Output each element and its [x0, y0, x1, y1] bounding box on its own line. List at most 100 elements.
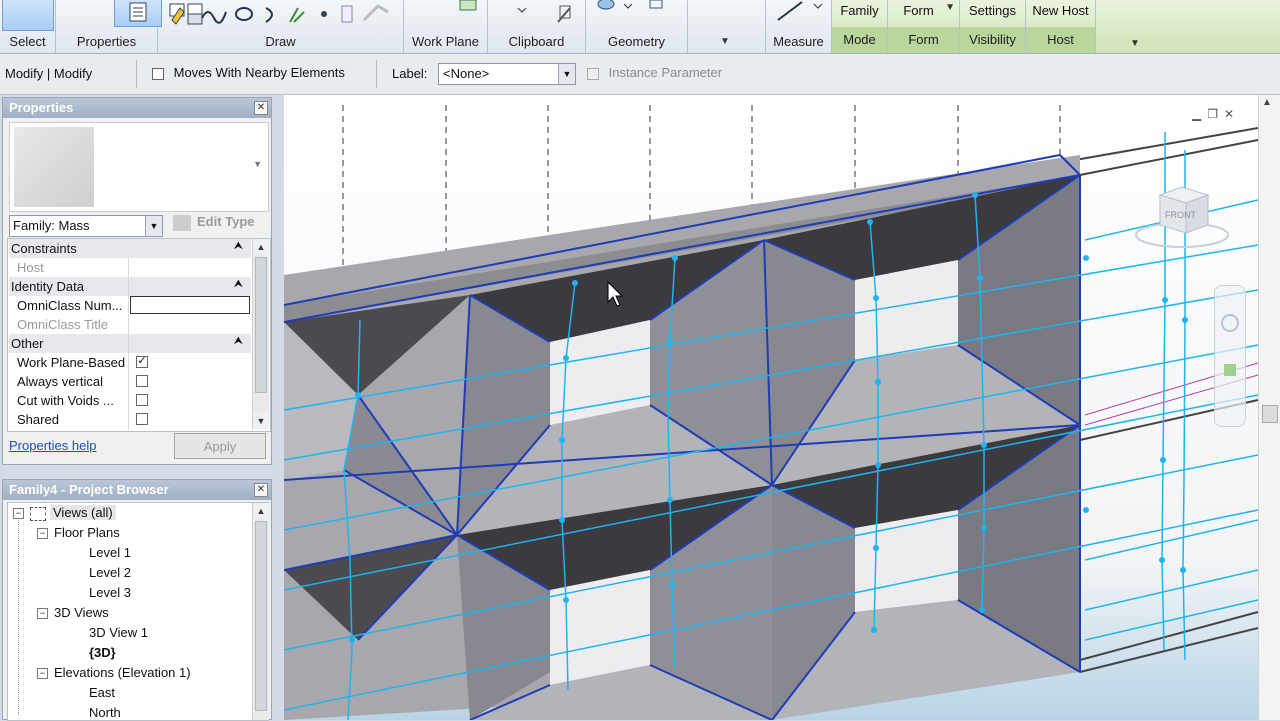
- group-label: Identity Data: [11, 279, 84, 294]
- scroll-thumb[interactable]: [1262, 405, 1278, 423]
- edit-type-button: Edit Type: [173, 214, 255, 231]
- tree-node-level-3[interactable]: Level 3: [89, 585, 131, 600]
- family-selector[interactable]: Family: Mass ▼: [9, 215, 163, 237]
- prop-key: OmniClass Num...: [17, 298, 123, 313]
- scroll-thumb[interactable]: [255, 521, 267, 711]
- minimize-icon[interactable]: ▁: [1192, 107, 1207, 121]
- scroll-down-icon[interactable]: ▼: [253, 413, 269, 429]
- shared-checkbox[interactable]: [136, 413, 148, 425]
- viewcube-face-label[interactable]: FRONT: [1165, 210, 1196, 220]
- close-icon[interactable]: ✕: [1224, 107, 1240, 121]
- mode-panel-label: Mode: [832, 27, 887, 53]
- scroll-up-icon[interactable]: ▲: [253, 503, 269, 519]
- settings-button-label[interactable]: Settings: [960, 3, 1025, 18]
- apply-button[interactable]: Apply: [174, 433, 266, 459]
- tree-node-level-2[interactable]: Level 2: [89, 565, 131, 580]
- family-button-label[interactable]: Family: [832, 3, 887, 18]
- label-select[interactable]: <None> ▼: [438, 63, 576, 85]
- tree-node-elevations[interactable]: − Elevations (Elevation 1): [37, 665, 191, 680]
- work-plane-based-checkbox[interactable]: ✓: [136, 356, 148, 368]
- form-panel-label: Form: [888, 27, 959, 53]
- group-constraints[interactable]: Constraints ⮝: [9, 239, 251, 258]
- type-preview: ▼: [9, 122, 269, 212]
- work-plane-icon[interactable]: [458, 0, 480, 14]
- ribbon-minimize-icon[interactable]: ▼: [1130, 38, 1140, 49]
- collapse-icon[interactable]: ⮝: [234, 335, 243, 348]
- mode-panel[interactable]: Family Mode: [832, 0, 888, 53]
- measure-icon[interactable]: [774, 0, 824, 26]
- panel-dropdown-icon[interactable]: ▼: [720, 36, 730, 47]
- prop-key: Host: [17, 260, 44, 275]
- properties-button[interactable]: [114, 0, 162, 27]
- prop-row-always-vertical[interactable]: Always vertical: [9, 372, 251, 391]
- host-panel[interactable]: New Host Host: [1026, 0, 1096, 53]
- collapse-icon[interactable]: −: [13, 508, 24, 520]
- tree-node-3d-active[interactable]: {3D}: [89, 645, 116, 660]
- new-host-button-label[interactable]: New Host: [1026, 3, 1095, 18]
- properties-help-link[interactable]: Properties help: [9, 438, 96, 453]
- collapse-icon[interactable]: −: [37, 668, 48, 680]
- type-dropdown-icon[interactable]: ▼: [253, 159, 262, 169]
- collapse-icon[interactable]: ⮝: [234, 240, 243, 253]
- tree-node-east[interactable]: East: [89, 685, 115, 700]
- clipboard-icons[interactable]: [516, 2, 576, 26]
- tree-label: {3D}: [89, 645, 116, 660]
- properties-scrollbar[interactable]: ▲ ▼: [252, 239, 269, 429]
- form-panel[interactable]: Form ▼ Form: [888, 0, 960, 53]
- collapse-icon[interactable]: −: [37, 528, 48, 540]
- cut-with-voids-checkbox[interactable]: [136, 394, 148, 406]
- viewport-scrollbar[interactable]: ▲: [1258, 95, 1280, 720]
- viewcube[interactable]: FRONT: [1130, 173, 1240, 263]
- close-icon[interactable]: ✕: [254, 101, 268, 115]
- tree-node-north[interactable]: North: [89, 705, 121, 720]
- visibility-panel[interactable]: Settings Visibility: [960, 0, 1026, 53]
- select-panel[interactable]: Select: [0, 0, 56, 53]
- scroll-up-icon[interactable]: ▲: [253, 239, 269, 255]
- always-vertical-checkbox[interactable]: [136, 375, 148, 387]
- tree-node-3d-views[interactable]: −3D Views: [37, 605, 109, 620]
- draw-tools-icons[interactable]: [166, 2, 396, 26]
- tree-node-floor-plans[interactable]: − Floor Plans: [37, 525, 120, 540]
- group-identity-data[interactable]: Identity Data ⮝: [9, 277, 251, 296]
- prop-row-shared[interactable]: Shared: [9, 410, 251, 429]
- geometry-icons[interactable]: [594, 0, 684, 14]
- view-window-controls[interactable]: ▁❐✕: [1192, 107, 1240, 121]
- scroll-thumb[interactable]: [255, 257, 267, 393]
- restore-icon[interactable]: ❐: [1207, 107, 1224, 121]
- tree-node-3d-view-1[interactable]: 3D View 1: [89, 625, 148, 640]
- visibility-panel-label: Visibility: [960, 27, 1025, 53]
- select-button[interactable]: [2, 0, 54, 31]
- prop-row-omniclass-title: OmniClass Title: [9, 315, 251, 334]
- prop-row-omniclass-number[interactable]: OmniClass Num...: [9, 296, 251, 315]
- browser-scrollbar[interactable]: ▲: [252, 503, 269, 720]
- tree-root[interactable]: − Views (all): [13, 505, 116, 521]
- prop-row-cut-with-voids[interactable]: Cut with Voids ...: [9, 391, 251, 410]
- moves-with-checkbox-row[interactable]: Moves With Nearby Elements: [152, 65, 345, 80]
- chevron-down-icon[interactable]: ▼: [558, 64, 575, 84]
- scroll-up-icon[interactable]: ▲: [1262, 97, 1272, 108]
- navigation-bar[interactable]: [1214, 285, 1246, 427]
- collapse-icon[interactable]: −: [37, 608, 48, 620]
- moves-with-checkbox[interactable]: [152, 67, 164, 80]
- prop-key: Always vertical: [17, 374, 103, 389]
- omniclass-number-field[interactable]: [130, 296, 250, 314]
- group-other[interactable]: Other ⮝: [9, 334, 251, 353]
- modify-mode-label: Modify | Modify: [5, 66, 93, 81]
- 3d-viewport[interactable]: FRONT ▁❐✕ ▲: [284, 95, 1280, 720]
- form-dropdown-icon[interactable]: ▼: [945, 2, 955, 13]
- tree-node-level-1[interactable]: Level 1: [89, 545, 131, 560]
- tree-label: Level 2: [89, 565, 131, 580]
- prop-row-work-plane-based[interactable]: Work Plane-Based ✓: [9, 353, 251, 372]
- zoom-icon[interactable]: [1224, 364, 1236, 376]
- collapse-icon[interactable]: ⮝: [234, 278, 243, 291]
- steering-wheel-icon[interactable]: [1221, 314, 1239, 332]
- close-icon[interactable]: ✕: [254, 483, 268, 497]
- geometry-panel-label: Geometry: [607, 34, 666, 49]
- form-button-label[interactable]: Form: [888, 3, 949, 18]
- group-label: Constraints: [11, 241, 77, 256]
- chevron-down-icon[interactable]: ▼: [145, 216, 162, 236]
- properties-panel-ribbon: Properties: [56, 0, 203, 53]
- tree-label: 3D Views: [54, 605, 109, 620]
- project-browser: Family4 - Project Browser ✕ − Views (all)…: [2, 479, 272, 721]
- ribbon-overflow: ▼: [1096, 0, 1280, 53]
